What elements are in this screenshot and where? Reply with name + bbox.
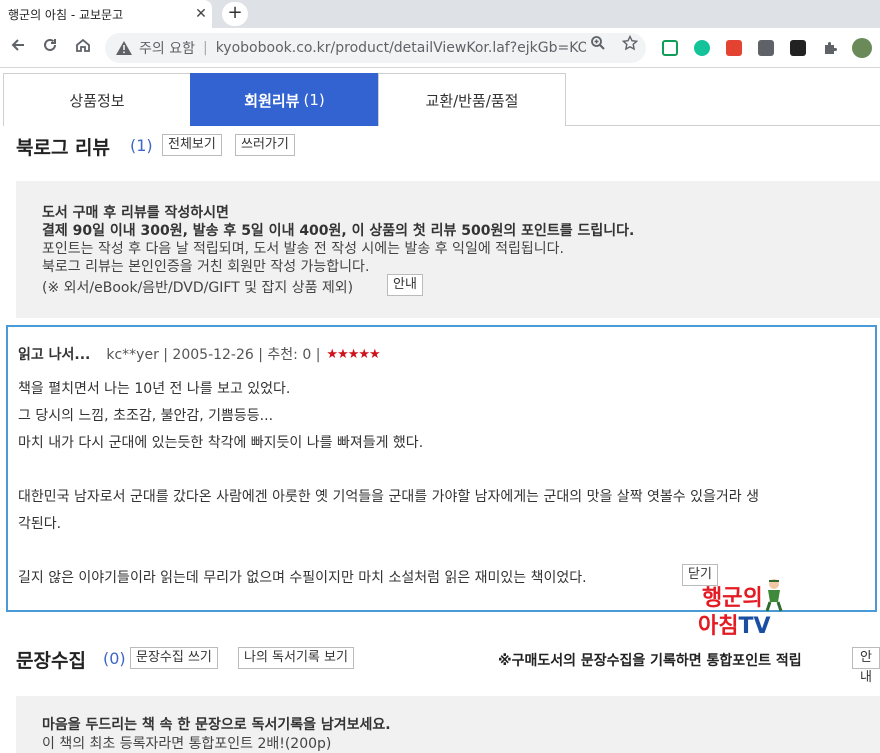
tab-label: 교환/반품/품절	[425, 91, 519, 110]
review-title: 읽고 나서...	[18, 347, 91, 363]
tab-product-info[interactable]: 상품정보	[3, 73, 191, 126]
tab-member-review[interactable]: 회원리뷰 (1)	[190, 73, 379, 126]
close-icon[interactable]: ✕	[190, 6, 212, 22]
write-review-button[interactable]: 쓰러가기	[235, 134, 295, 156]
review-header: 읽고 나서... kc**yer | 2005-12-26 | 추천: 0 | …	[18, 344, 381, 364]
notice-line: 포인트는 작성 후 다음 날 적립되며, 도서 발송 전 작성 시에는 발송 후…	[42, 241, 565, 257]
review-meta: kc**yer | 2005-12-26 | 추천: 0 |	[106, 347, 321, 363]
back-arrow-icon[interactable]	[6, 36, 30, 60]
notice-line: 마음을 두드리는 책 속 한 문장으로 독서기록을 남겨보세요.	[42, 717, 391, 733]
tab-label: 상품정보	[69, 91, 125, 110]
view-all-button[interactable]: 전체보기	[162, 134, 222, 156]
extension-icon[interactable]	[758, 40, 774, 56]
review-line: 그 당시의 느낌, 초조감, 불안감, 기쁨등등...	[18, 408, 274, 424]
avatar[interactable]	[852, 38, 872, 58]
warning-icon	[116, 41, 132, 55]
url-text[interactable]: kyobobook.co.kr/product/detailViewKor.la…	[216, 40, 586, 56]
home-icon[interactable]	[71, 36, 95, 60]
review-line: 마치 내가 다시 군대에 있는듯한 착각에 빠지듯이 나를 빠져들게 했다.	[18, 435, 424, 451]
notice-line: (※ 외서/eBook/음반/DVD/GIFT 및 잡지 상품 제외)	[42, 280, 354, 296]
booklog-count: (1)	[130, 136, 153, 155]
separator: |	[202, 40, 208, 56]
browser-tab-bar: 행군의 아침 - 교보문고 ✕ +	[0, 0, 880, 28]
guide-button[interactable]: 안내	[387, 274, 423, 296]
channel-logo: 행군의 아침TV	[696, 578, 790, 642]
reload-icon[interactable]	[38, 36, 62, 60]
star-rating-icon: ★★★★★	[326, 346, 380, 362]
notice-line: 도서 구매 후 리뷰를 작성하시면	[42, 205, 229, 221]
browser-tab[interactable]: 행군의 아침 - 교보문고 ✕	[0, 0, 212, 28]
tab-exchange-return[interactable]: 교환/반품/품절	[378, 73, 566, 126]
new-tab-button[interactable]: +	[222, 2, 248, 26]
review-point-notice: 도서 구매 후 리뷰를 작성하시면 결제 90일 이내 300원, 발송 후 5…	[16, 181, 880, 318]
tab-count: (1)	[303, 91, 325, 109]
address-bar[interactable]: 주의 요함 | kyobobook.co.kr/product/detailVi…	[105, 33, 646, 63]
review-line: 각된다.	[18, 516, 62, 532]
notice-line: 북로그 리뷰는 본인인증을 거친 회원만 작성 가능합니다.	[42, 259, 370, 275]
sentence-point-note: ※구매도서의 문장수집을 기록하면 통합포인트 적립	[498, 653, 802, 669]
review-card: 읽고 나서... kc**yer | 2005-12-26 | 추천: 0 | …	[6, 325, 877, 612]
review-line: 책을 펼치면서 나는 10년 전 나를 보고 있었다.	[18, 381, 291, 397]
write-sentence-button[interactable]: 문장수집 쓰기	[130, 647, 218, 669]
tab-label: 회원리뷰	[244, 91, 300, 110]
grammarly-icon[interactable]	[694, 40, 710, 56]
browser-tab-title: 행군의 아침 - 교보문고	[8, 7, 124, 22]
sentences-heading: 문장수집	[16, 650, 86, 672]
logo-text: 아침TV	[698, 614, 771, 639]
extension-icon[interactable]	[790, 40, 806, 56]
soldier-icon	[765, 579, 783, 612]
notice-line: 이 책의 최초 등록자라면 통합포인트 2배!(200p)	[42, 736, 332, 752]
bookmark-star-icon[interactable]	[621, 34, 639, 55]
puzzle-icon[interactable]	[822, 40, 838, 56]
review-line: 대한민국 남자로서 군대를 갔다온 사람에겐 아룻한 옛 기억들을 군대를 가야…	[18, 489, 759, 505]
todoist-icon[interactable]	[726, 40, 742, 56]
browser-toolbar: 주의 요함 | kyobobook.co.kr/product/detailVi…	[0, 28, 880, 68]
security-label[interactable]: 주의 요함	[139, 38, 195, 58]
detail-tabs: 상품정보 회원리뷰 (1) 교환/반품/품절	[3, 73, 880, 126]
sentence-notice: 마음을 두드리는 책 속 한 문장으로 독서기록을 남겨보세요. 이 책의 최초…	[16, 696, 880, 753]
extension-icon[interactable]	[662, 40, 678, 56]
sentences-count: (0)	[103, 649, 126, 668]
my-records-button[interactable]: 나의 독서기록 보기	[238, 647, 354, 669]
booklog-heading: 북로그 리뷰	[16, 137, 111, 159]
zoom-icon[interactable]	[590, 35, 606, 55]
notice-line: 결제 90일 이내 300원, 발송 후 5일 이내 400원, 이 상품의 첫…	[42, 223, 635, 239]
review-line: 길지 않은 이야기들이라 읽는데 무리가 없으며 수필이지만 마치 소설처럼 읽…	[18, 570, 587, 586]
guide-button[interactable]: 안내	[852, 647, 880, 685]
